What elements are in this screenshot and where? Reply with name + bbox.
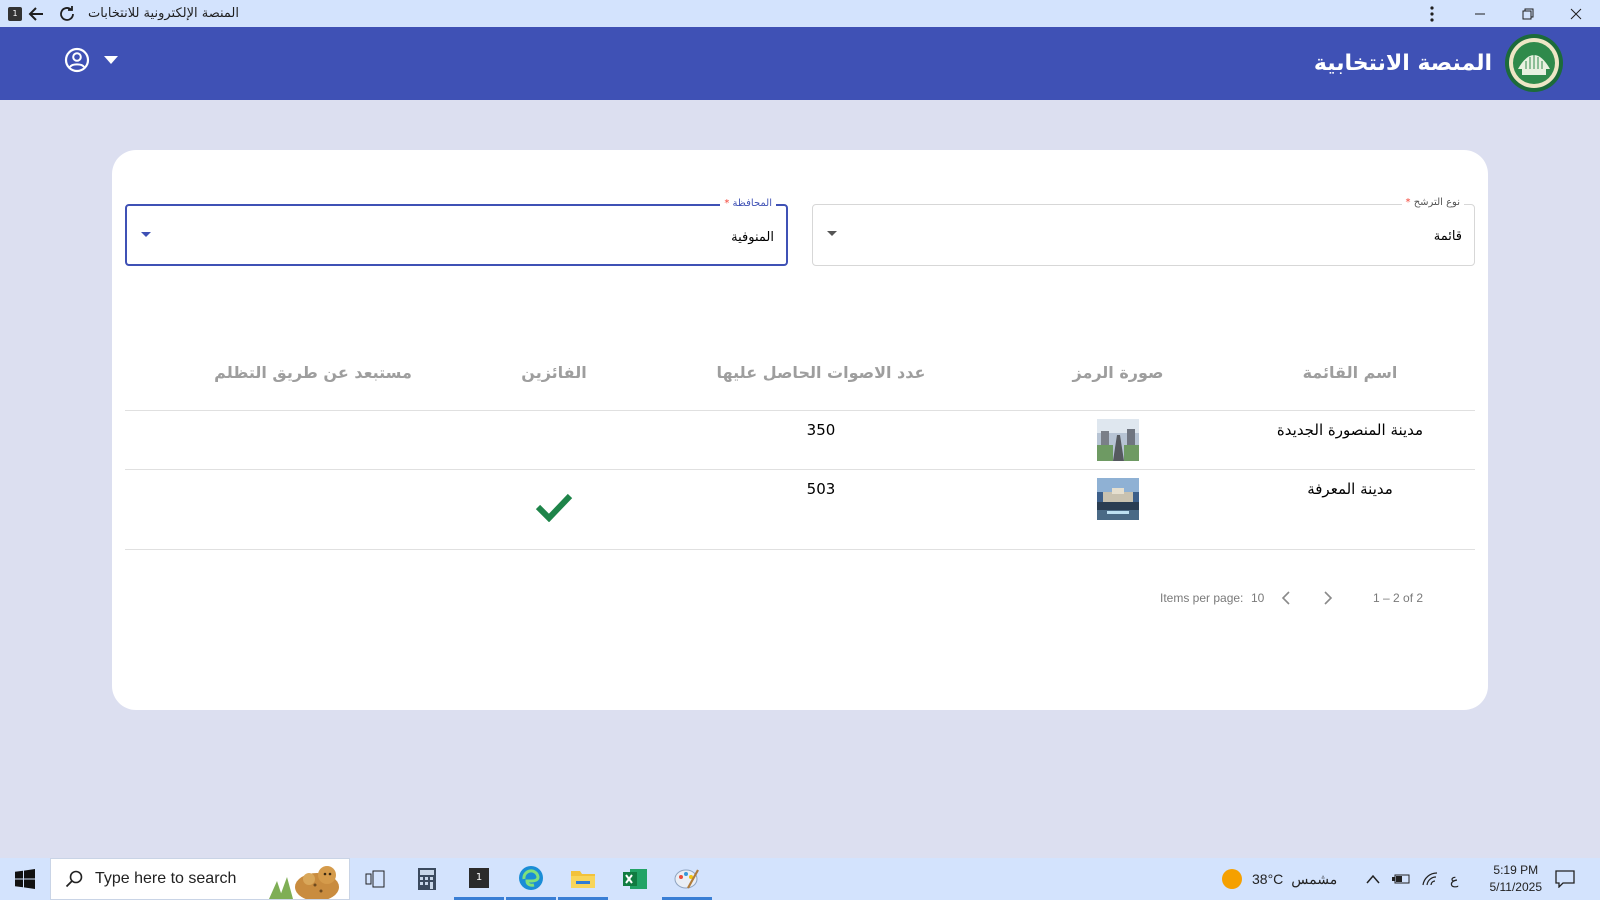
- battery-icon[interactable]: [1392, 873, 1410, 885]
- clock-date: 5/11/2025: [1489, 880, 1543, 894]
- symbol-image: [1097, 419, 1139, 461]
- governorate-value: المنوفية: [731, 230, 774, 245]
- table-row[interactable]: مدينة المعرفة 503: [125, 470, 1475, 550]
- candidacy-type-value: قائمة: [1433, 229, 1462, 244]
- close-icon[interactable]: [1552, 0, 1600, 27]
- votes-cell: 503: [806, 480, 836, 498]
- taskbar: Type here to search 1 38°C مشمس ع 5:19 P…: [0, 858, 1600, 900]
- app-badge-icon[interactable]: 1: [8, 6, 22, 21]
- governorate-label-text: المحافظة: [732, 198, 772, 209]
- winner-check-icon: [535, 493, 573, 522]
- candidacy-type-label-text: نوع الترشح: [1413, 197, 1460, 208]
- account-circle-icon[interactable]: [64, 47, 90, 73]
- items-per-page-label: Items per page:: [1160, 591, 1244, 605]
- wifi-icon[interactable]: [1422, 872, 1438, 886]
- prev-page-icon[interactable]: [1276, 588, 1296, 608]
- col-excluded[interactable]: مستبعد عن طريق التظلم: [214, 363, 412, 382]
- chevron-down-icon[interactable]: [141, 232, 151, 237]
- col-winners[interactable]: الفائزين: [521, 363, 586, 382]
- dropdown-arrow-icon[interactable]: [104, 56, 118, 64]
- paint-icon[interactable]: [662, 858, 712, 900]
- col-votes[interactable]: عدد الاصوات الحاصل عليها: [717, 363, 926, 382]
- list-name-cell: مدينة المعرفة: [1307, 480, 1393, 498]
- results-card: نوع الترشح * قائمة المحافظة * المنوفية ا…: [112, 150, 1488, 710]
- edge-browser-icon[interactable]: [506, 858, 556, 900]
- col-symbol-image[interactable]: صورة الرمز: [1072, 363, 1163, 382]
- weather-text: مشمس: [1291, 870, 1338, 887]
- candidacy-type-select[interactable]: نوع الترشح * قائمة: [812, 197, 1475, 266]
- governorate-label: المحافظة *: [720, 198, 776, 209]
- active-app-badge: 1: [469, 867, 489, 888]
- votes-cell: 350: [806, 421, 836, 439]
- national-election-authority-logo: [1505, 34, 1563, 92]
- excel-icon[interactable]: [610, 858, 660, 900]
- brand: المنصة الانتخابية: [1314, 31, 1564, 95]
- chevron-down-icon[interactable]: [827, 231, 837, 236]
- page-size-select[interactable]: 10: [1251, 591, 1264, 605]
- system-tray: ع: [1366, 858, 1458, 900]
- sun-icon: [1222, 869, 1242, 889]
- col-list-name[interactable]: اسم القائمة: [1303, 363, 1398, 382]
- back-arrow-icon[interactable]: [22, 0, 52, 27]
- candidacy-type-label: نوع الترشح *: [1401, 197, 1464, 208]
- calculator-icon[interactable]: [402, 858, 452, 900]
- window-title-bar: 1 المنصة الإلكترونية للانتخابات: [0, 0, 1600, 27]
- page-range: 1 – 2 of 2: [1373, 591, 1424, 605]
- input-language[interactable]: ع: [1450, 871, 1458, 888]
- list-name-cell: مدينة المنصورة الجديدة: [1276, 421, 1424, 439]
- required-mark: *: [724, 198, 730, 209]
- more-options-icon[interactable]: [1408, 0, 1456, 27]
- clock[interactable]: 5:19 PM 5/11/2025: [1490, 862, 1543, 896]
- governorate-select[interactable]: المحافظة * المنوفية: [125, 198, 788, 266]
- weather-widget[interactable]: 38°C مشمس: [1222, 858, 1337, 900]
- required-mark: *: [1405, 197, 1411, 208]
- windows-start-icon[interactable]: [0, 858, 50, 900]
- file-explorer-icon[interactable]: [558, 858, 608, 900]
- search-placeholder: Type here to search: [95, 870, 237, 887]
- next-page-icon[interactable]: [1318, 588, 1338, 608]
- reload-icon[interactable]: [52, 0, 82, 27]
- chevron-up-icon[interactable]: [1366, 874, 1380, 884]
- window-title: المنصة الإلكترونية للانتخابات: [88, 6, 239, 21]
- search-icon: [65, 870, 83, 888]
- app-title: المنصة الانتخابية: [1313, 50, 1492, 76]
- minimize-icon[interactable]: [1456, 0, 1504, 27]
- restore-icon[interactable]: [1504, 0, 1552, 27]
- taskbar-search-box[interactable]: Type here to search: [50, 858, 350, 900]
- user-menu[interactable]: [64, 47, 118, 73]
- search-highlight-image: [269, 866, 339, 899]
- results-table-header: اسم القائمة صورة الرمز عدد الاصوات الحاص…: [125, 355, 1475, 411]
- symbol-image: [1097, 478, 1139, 520]
- app-badge-label: 1: [12, 9, 18, 18]
- notification-icon[interactable]: [1555, 858, 1575, 900]
- weather-temp: 38°C: [1252, 871, 1284, 887]
- task-view-icon[interactable]: [350, 858, 400, 900]
- table-row[interactable]: مدينة المنصورة الجديدة 350: [125, 411, 1475, 470]
- clock-time: 5:19 PM: [1493, 863, 1539, 877]
- app-header: المنصة الانتخابية: [0, 27, 1600, 100]
- active-app-icon[interactable]: 1: [454, 858, 504, 900]
